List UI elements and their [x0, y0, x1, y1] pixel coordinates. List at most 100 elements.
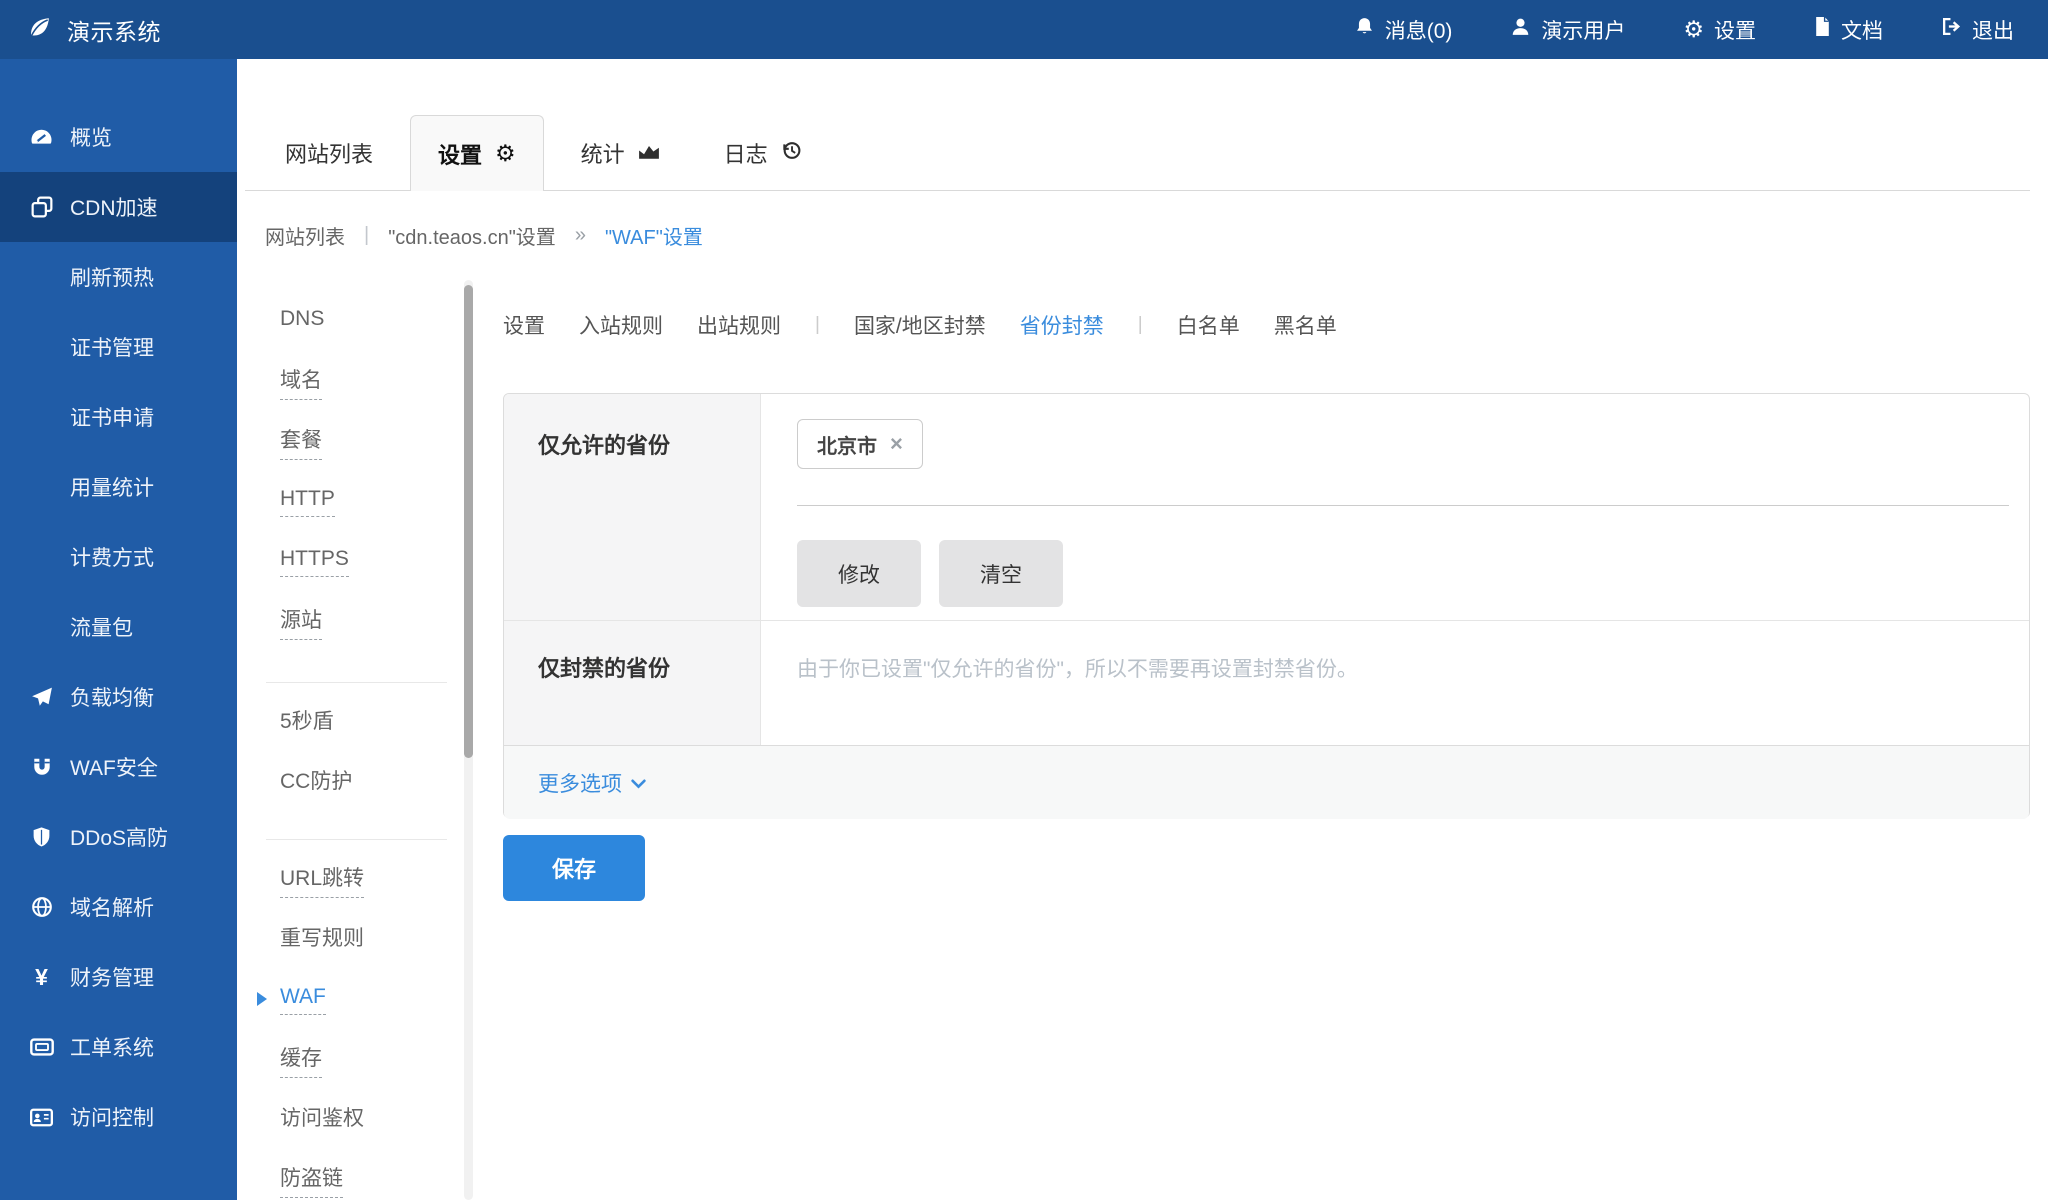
- settings-menu-item[interactable]: ⚙ 设置: [1683, 15, 1756, 45]
- tab-logs[interactable]: 日志: [697, 115, 829, 191]
- document-icon: [1814, 16, 1831, 43]
- modify-button[interactable]: 修改: [797, 540, 921, 607]
- breadcrumb-chevron: »: [575, 224, 586, 247]
- sidebar-item-overview[interactable]: 概览: [0, 102, 237, 172]
- topbar: 演示系统 消息(0) 演示用户 ⚙ 设置: [0, 0, 2048, 59]
- sidebar-item-waf-security[interactable]: WAF安全: [0, 732, 237, 802]
- app-root: 演示系统 消息(0) 演示用户 ⚙ 设置: [0, 0, 2048, 1200]
- sidebar-label: DDoS高防: [70, 822, 168, 852]
- history-icon: [781, 140, 802, 167]
- settings-nav-cc-protection[interactable]: CC防护: [280, 753, 465, 813]
- settings-nav-rewrite-rules[interactable]: 重写规则: [280, 910, 465, 970]
- waf-tab-settings[interactable]: 设置: [503, 310, 545, 340]
- sidebar-label: 计费方式: [70, 542, 154, 572]
- waf-tab-province-block[interactable]: 省份封禁: [1020, 310, 1104, 340]
- waf-tab-outbound-rules[interactable]: 出站规则: [697, 310, 781, 340]
- globe-icon: [28, 896, 55, 918]
- gauge-icon: [28, 127, 55, 147]
- bell-icon: [1354, 16, 1375, 43]
- sidebar-item-cert-management[interactable]: 证书管理: [0, 312, 237, 382]
- logout-label: 退出: [1972, 15, 2014, 45]
- settings-nav-access-auth[interactable]: 访问鉴权: [280, 1090, 465, 1150]
- sidebar-label: 负载均衡: [70, 682, 154, 712]
- tab-statistics[interactable]: 统计: [554, 115, 687, 191]
- tag-input-underline[interactable]: [797, 505, 2009, 506]
- more-options-link[interactable]: 更多选项: [538, 768, 646, 798]
- tab-settings[interactable]: 设置 ⚙: [410, 115, 544, 191]
- docs-menu-item[interactable]: 文档: [1814, 15, 1883, 45]
- settings-nav: DNS 域名 套餐 HTTP HTTPS 源站 5秒盾 CC防护 URL跳转 重…: [280, 292, 465, 1200]
- save-button[interactable]: 保存: [503, 835, 645, 901]
- id-card-icon: [28, 1108, 55, 1127]
- sidebar-label: 财务管理: [70, 962, 154, 992]
- settings-nav-http[interactable]: HTTP: [280, 472, 465, 532]
- sidebar-item-traffic-package[interactable]: 流量包: [0, 592, 237, 662]
- tab-label: 网站列表: [285, 137, 373, 169]
- sidebar-item-billing[interactable]: 计费方式: [0, 522, 237, 592]
- clear-button[interactable]: 清空: [939, 540, 1063, 607]
- settings-nav-domain[interactable]: 域名: [280, 352, 465, 412]
- gear-icon: ⚙: [1683, 18, 1704, 41]
- province-tag: 北京市 ×: [797, 419, 923, 469]
- breadcrumb-waf-settings[interactable]: "WAF"设置: [605, 221, 703, 250]
- messages-label: 消息(0): [1385, 15, 1453, 45]
- chevron-down-icon: [631, 771, 646, 795]
- sidebar-label: WAF安全: [70, 752, 158, 782]
- sidebar-item-ddos[interactable]: DDoS高防: [0, 802, 237, 872]
- site-tabs: 网站列表 设置 ⚙ 统计 日志: [237, 115, 2048, 191]
- breadcrumb: 网站列表 | "cdn.teaos.cn"设置 » "WAF"设置: [265, 215, 703, 255]
- sidebar-item-usage-stats[interactable]: 用量统计: [0, 452, 237, 522]
- user-icon: [1510, 16, 1531, 43]
- settings-nav-5s-shield[interactable]: 5秒盾: [280, 693, 465, 753]
- settings-nav-dns[interactable]: DNS: [280, 292, 465, 352]
- settings-nav-https[interactable]: HTTPS: [280, 532, 465, 592]
- logout-menu-item[interactable]: 退出: [1941, 15, 2014, 45]
- banned-provinces-note: 由于你已设置"仅允许的省份"，所以不需要再设置封禁省份。: [797, 653, 2009, 683]
- scrollbar-thumb[interactable]: [464, 285, 473, 758]
- tab-site-list[interactable]: 网站列表: [258, 115, 400, 191]
- brand[interactable]: 演示系统: [0, 13, 161, 47]
- messages-menu-item[interactable]: 消息(0): [1354, 15, 1453, 45]
- waf-tab-blacklist[interactable]: 黑名单: [1274, 310, 1337, 340]
- waf-tab-country-block[interactable]: 国家/地区封禁: [854, 310, 986, 340]
- sidebar-item-cdn[interactable]: CDN加速: [0, 172, 237, 242]
- sidebar-item-ticket-system[interactable]: 工单系统: [0, 1012, 237, 1082]
- remove-tag-icon[interactable]: ×: [890, 433, 903, 455]
- sidebar-item-load-balancing[interactable]: 负载均衡: [0, 662, 237, 732]
- sidebar-item-dns-resolution[interactable]: 域名解析: [0, 872, 237, 942]
- waf-tab-inbound-rules[interactable]: 入站规则: [579, 310, 663, 340]
- tab-label: 统计: [581, 137, 625, 169]
- sidebar-item-finance[interactable]: ¥ 财务管理: [0, 942, 237, 1012]
- sidebar-item-cert-apply[interactable]: 证书申请: [0, 382, 237, 452]
- divider: [266, 682, 447, 683]
- sidebar-label: 流量包: [70, 612, 133, 642]
- tab-label: 设置: [438, 138, 482, 170]
- yen-icon: ¥: [28, 966, 55, 989]
- more-options-label: 更多选项: [538, 768, 622, 798]
- settings-nav-url-redirect[interactable]: URL跳转: [280, 850, 465, 910]
- sidebar-item-access-control[interactable]: 访问控制: [0, 1082, 237, 1152]
- breadcrumb-site-list[interactable]: 网站列表: [265, 221, 345, 250]
- settings-nav-cache[interactable]: 缓存: [280, 1030, 465, 1090]
- settings-nav-plan[interactable]: 套餐: [280, 412, 465, 472]
- user-menu-item[interactable]: 演示用户: [1510, 15, 1625, 45]
- logout-icon: [1941, 17, 1962, 42]
- settings-nav-scrollbar[interactable]: [464, 280, 473, 1200]
- main-area: 网站列表 设置 ⚙ 统计 日志 网站列表 | "cdn: [237, 59, 2048, 1200]
- settings-nav-origin[interactable]: 源站: [280, 592, 465, 652]
- allowed-provinces-row: 仅允许的省份 北京市 × 修改 清空: [504, 394, 2029, 620]
- paper-plane-icon: [28, 686, 55, 708]
- waf-tab-whitelist[interactable]: 白名单: [1177, 310, 1240, 340]
- sidebar-label: 工单系统: [70, 1032, 154, 1062]
- waf-content: 设置 入站规则 出站规则 | 国家/地区封禁 省份封禁 | 白名单 黑名单 仅允…: [503, 305, 2030, 1200]
- breadcrumb-site-settings[interactable]: "cdn.teaos.cn"设置: [388, 221, 556, 250]
- tab-label: 日志: [724, 137, 768, 169]
- settings-nav-hotlink-protection[interactable]: 防盗链: [280, 1150, 465, 1200]
- clone-icon: [28, 196, 55, 218]
- allowed-provinces-field: 北京市 × 修改 清空: [761, 394, 2029, 620]
- sidebar: 概览 CDN加速 刷新预热 证书管理 证书申请 用量统计 计费方式 流量包 负载…: [0, 59, 237, 1200]
- sidebar-label: 域名解析: [70, 892, 154, 922]
- sidebar-item-refresh-preheat[interactable]: 刷新预热: [0, 242, 237, 312]
- waf-tabs: 设置 入站规则 出站规则 | 国家/地区封禁 省份封禁 | 白名单 黑名单: [503, 305, 2030, 345]
- settings-nav-waf[interactable]: WAF: [280, 970, 465, 1030]
